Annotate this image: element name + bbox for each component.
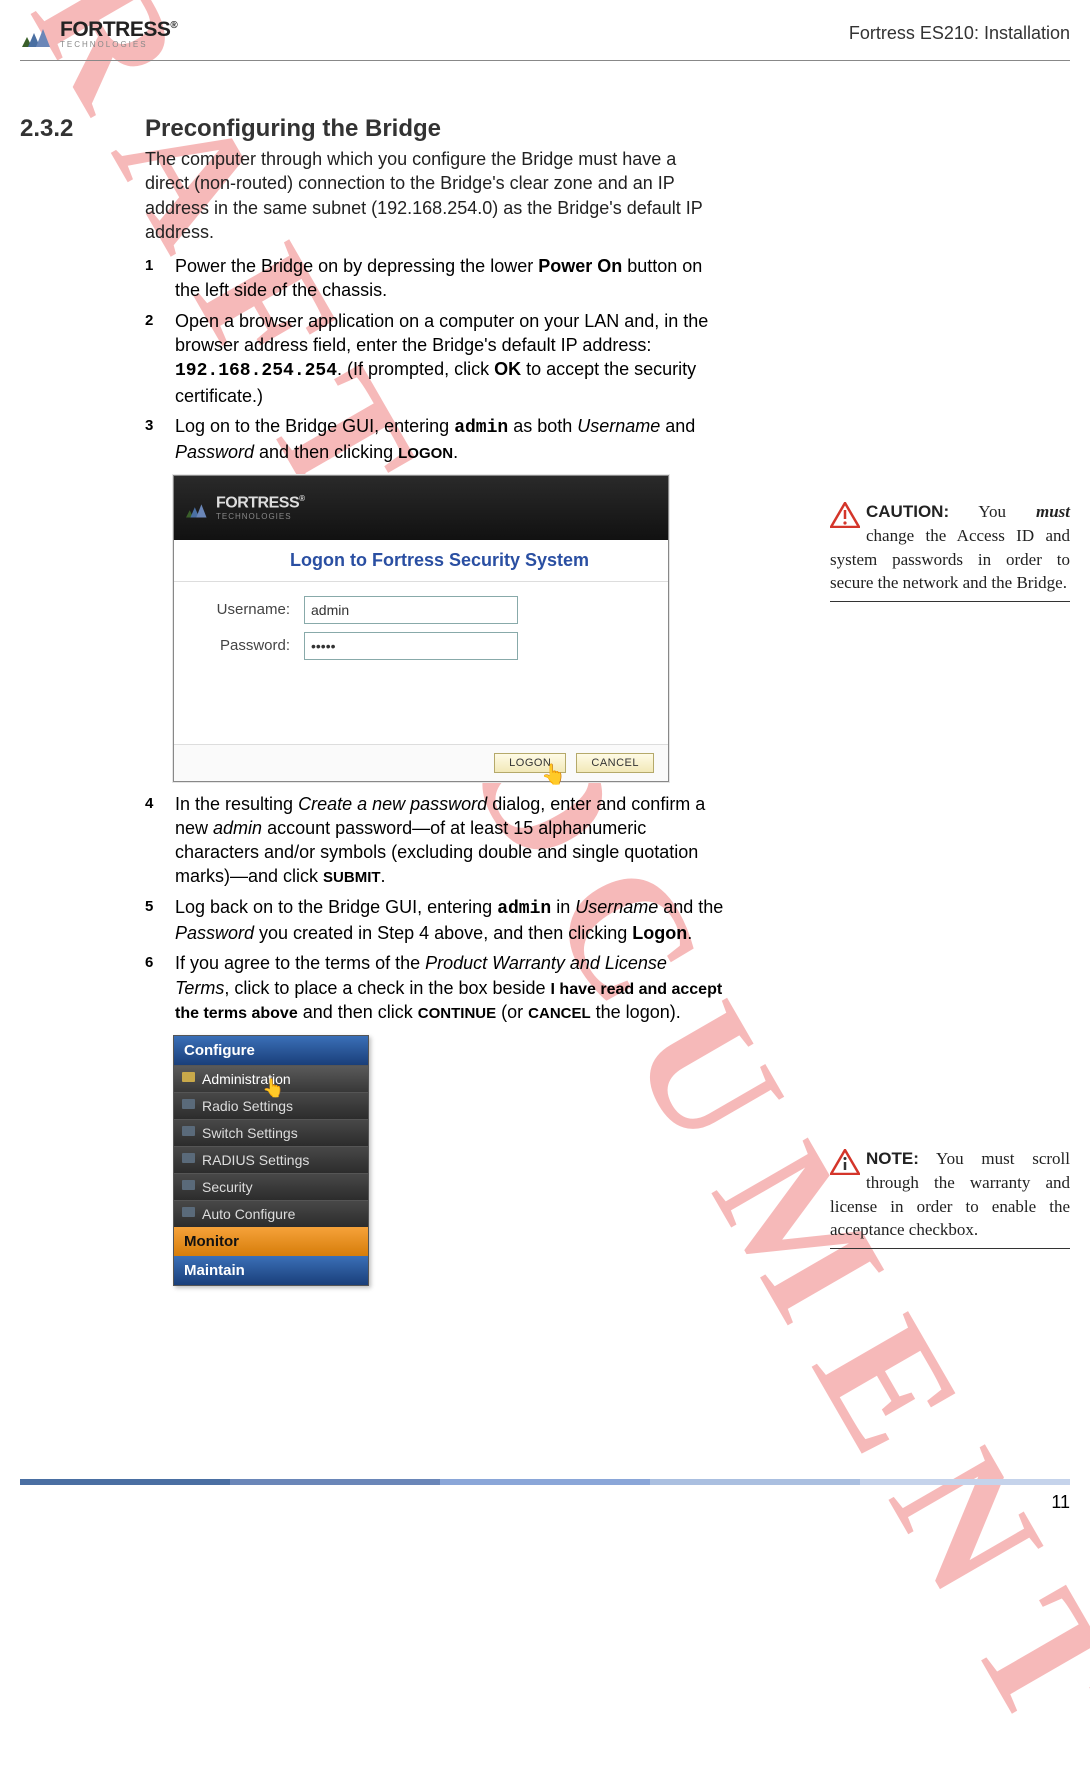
folder-icon: [182, 1180, 195, 1190]
doc-title: Fortress ES210: Installation: [849, 23, 1070, 44]
menu-item-security[interactable]: Security: [174, 1173, 368, 1200]
folder-icon: [182, 1072, 195, 1082]
step-number: 3: [145, 414, 163, 465]
configure-header: Configure: [174, 1036, 368, 1065]
cursor-icon: 👆: [262, 1078, 284, 1099]
menu-item-auto-configure[interactable]: Auto Configure: [174, 1200, 368, 1227]
step-number: 5: [145, 895, 163, 946]
cancel-button[interactable]: CANCEL: [576, 753, 654, 773]
brand-registered: ®: [170, 20, 177, 31]
step-text: If you agree to the terms of the Product…: [175, 951, 725, 1024]
step-text: Power the Bridge on by depressing the lo…: [175, 254, 725, 303]
fortress-logo-icon: [20, 19, 54, 49]
monitor-header[interactable]: Monitor: [174, 1227, 368, 1256]
section-number: 2.3.2: [20, 115, 105, 143]
step-text: Open a browser application on a computer…: [175, 309, 725, 408]
step-text: Log back on to the Bridge GUI, entering …: [175, 895, 725, 946]
username-label: Username:: [174, 601, 304, 618]
step-number: 2: [145, 309, 163, 408]
section-title: Preconfiguring the Bridge: [145, 115, 441, 143]
logon-title: Logon to Fortress Security System: [174, 540, 668, 582]
intro-paragraph: The computer through which you configure…: [145, 147, 725, 244]
header-rule: [20, 60, 1070, 61]
step-number: 1: [145, 254, 163, 303]
maintain-header[interactable]: Maintain: [174, 1256, 368, 1285]
step-number: 6: [145, 951, 163, 1024]
footer-rule: [20, 1479, 1070, 1485]
step-text: Log on to the Bridge GUI, entering admin…: [175, 414, 725, 465]
folder-icon: [182, 1207, 195, 1217]
username-input[interactable]: [304, 596, 518, 624]
configure-menu-screenshot: Configure Administration Radio Settings …: [173, 1035, 369, 1286]
password-input[interactable]: [304, 632, 518, 660]
page-number: 11: [1051, 1492, 1070, 1513]
logon-header-bar: FORTRESS® TECHNOLOGIES: [174, 476, 668, 540]
logon-screenshot: FORTRESS® TECHNOLOGIES Logon to Fortress…: [173, 475, 669, 782]
folder-icon: [182, 1099, 195, 1109]
folder-icon: [182, 1126, 195, 1136]
step-number: 4: [145, 792, 163, 889]
brand-logo: FORTRESS® TECHNOLOGIES: [20, 18, 177, 49]
menu-item-radius-settings[interactable]: RADIUS Settings: [174, 1146, 368, 1173]
brand-name: FORTRESS: [60, 18, 170, 41]
step-text: In the resulting Create a new password d…: [175, 792, 725, 889]
folder-icon: [182, 1153, 195, 1163]
cursor-icon: 👆: [541, 762, 566, 787]
menu-item-switch-settings[interactable]: Switch Settings: [174, 1119, 368, 1146]
fortress-logo-icon: [184, 497, 210, 519]
password-label: Password:: [174, 637, 304, 654]
page-header: FORTRESS® TECHNOLOGIES Fortress ES210: I…: [20, 18, 1070, 49]
